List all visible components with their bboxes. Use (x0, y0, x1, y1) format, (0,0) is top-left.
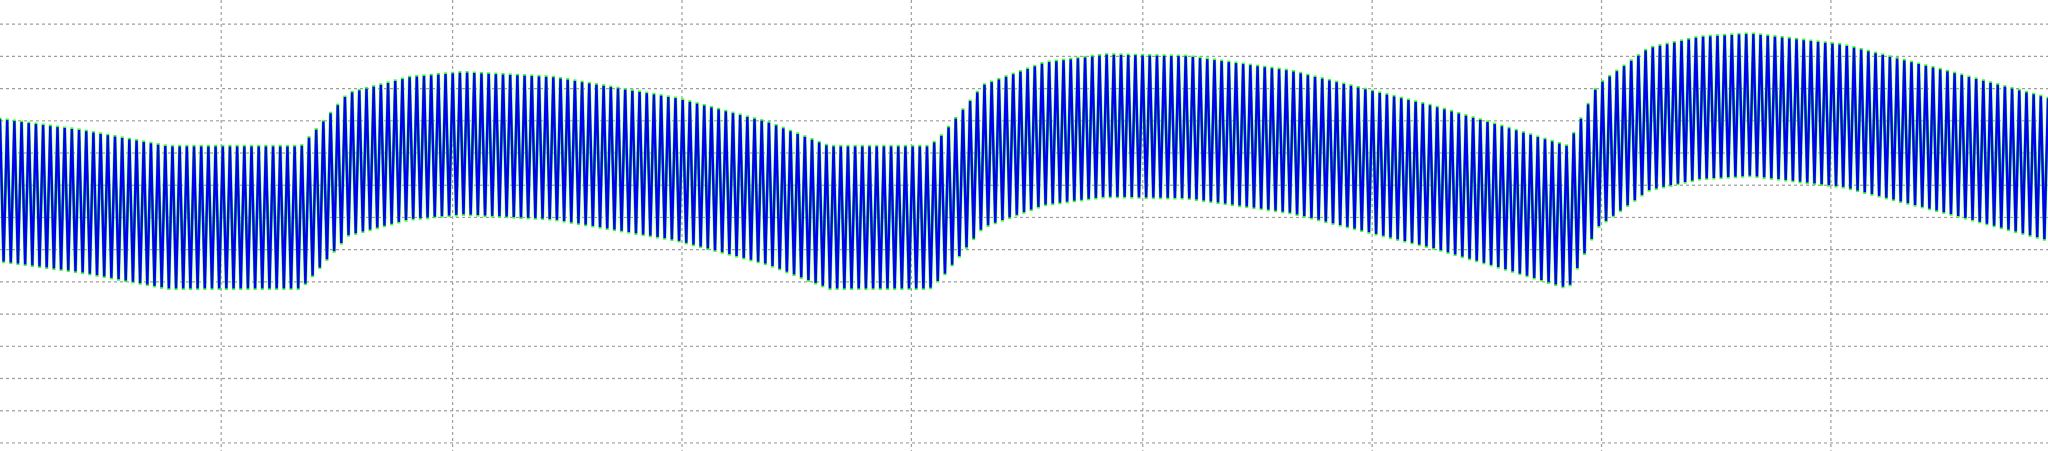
chart-plot-area (0, 0, 2048, 451)
